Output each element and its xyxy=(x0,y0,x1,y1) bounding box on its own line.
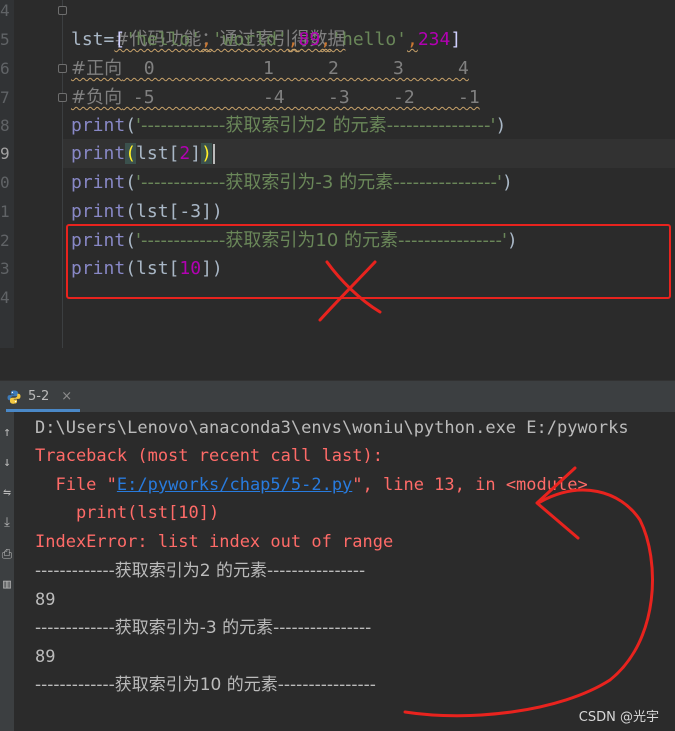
watermark: CSDN @光宇 xyxy=(578,710,659,725)
annotation-arrow-curve xyxy=(403,488,654,718)
annotation-cross-stroke xyxy=(318,260,377,322)
annotation-overlay xyxy=(318,260,654,718)
annotation-arrowhead xyxy=(535,466,580,540)
